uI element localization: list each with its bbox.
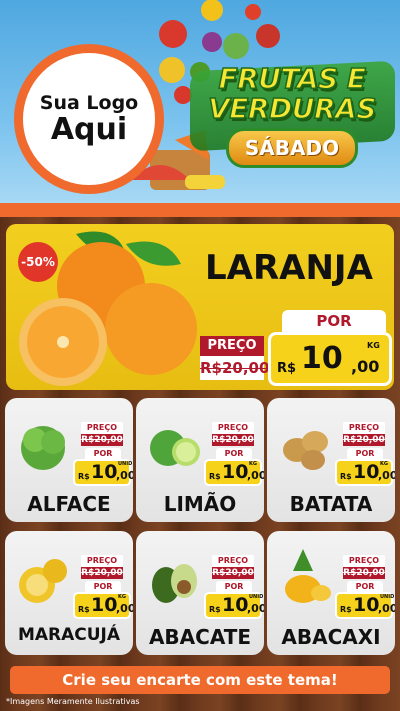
product-name: ABACAXI — [281, 625, 381, 649]
currency: R$ — [340, 605, 352, 614]
price-dec: ,00 — [116, 602, 133, 615]
unit-label: UNID — [249, 594, 264, 600]
por-label: POR — [347, 448, 383, 459]
price-int: 10 — [222, 461, 249, 483]
new-price: R$ 10,00 UNID — [204, 592, 264, 619]
price-int: 10 — [222, 594, 249, 616]
hero-product-name: LARANJA — [205, 248, 373, 288]
preco-label: PREÇO — [212, 555, 254, 567]
product-card: PREÇO R$20,00 POR R$ 10,00 UNID ABACAXI — [267, 531, 395, 655]
logo-line2: Aqui — [50, 112, 128, 147]
unit-label: KG — [380, 461, 388, 467]
hero-price-int: 10 — [301, 341, 343, 376]
header-banner: Sua Logo Aqui FRUTAS E VERDURAS SÁBADO — [0, 0, 400, 207]
new-price: R$ 10,00 KG — [335, 459, 395, 486]
cta-button[interactable]: Crie seu encarte com este tema! — [10, 666, 390, 694]
por-label: POR — [216, 448, 252, 459]
preco-label: PREÇO — [81, 422, 123, 434]
hero-price-dec: ,00 — [351, 357, 380, 376]
title-block: FRUTAS E VERDURAS SÁBADO — [194, 62, 390, 168]
flyer-page: Sua Logo Aqui FRUTAS E VERDURAS SÁBADO -… — [0, 0, 400, 711]
por-label: POR — [216, 581, 252, 592]
por-label: POR — [347, 581, 383, 592]
lime-icon — [150, 430, 200, 466]
hero-unit: KG — [367, 341, 380, 350]
logo-placeholder[interactable]: Sua Logo Aqui — [14, 44, 164, 194]
lettuce-icon — [21, 426, 65, 470]
passion-fruit-icon — [19, 559, 67, 603]
unit-label: UNID — [118, 461, 133, 467]
discount-badge: -50% — [18, 242, 58, 282]
currency: R$ — [340, 472, 352, 481]
day-badge: SÁBADO — [225, 128, 359, 168]
title-line1: FRUTAS E — [218, 62, 367, 95]
preco-label: PREÇO — [212, 422, 254, 434]
currency: R$ — [78, 472, 90, 481]
product-card: PREÇO R$20,00 POR R$ 10,00 UNID ALFACE — [5, 398, 133, 522]
hero-por-label: POR — [282, 310, 386, 332]
hero-old-price: R$20,00 — [200, 356, 269, 380]
currency: R$ — [78, 605, 90, 614]
unit-label: KG — [118, 594, 126, 600]
por-label: POR — [85, 448, 121, 459]
currency: R$ — [209, 472, 221, 481]
pineapple-icon — [285, 549, 331, 603]
avocado-icon — [152, 564, 197, 603]
old-price: R$20,00 — [212, 567, 254, 579]
product-card: PREÇO R$20,00 POR R$ 10,00 UNID ABACATE — [136, 531, 264, 655]
product-card: PREÇO R$20,00 POR R$ 10,00 KG LIMÃO — [136, 398, 264, 522]
product-name: BATATA — [289, 492, 373, 516]
hero-preco-label: PREÇO — [200, 336, 264, 356]
price-dec: ,00 — [116, 469, 133, 482]
header-divider — [0, 203, 400, 217]
title-line2: VERDURAS — [207, 92, 377, 125]
product-name: LIMÃO — [163, 492, 237, 516]
unit-label: UNID — [380, 594, 395, 600]
price-int: 10 — [353, 594, 380, 616]
preco-label: PREÇO — [81, 555, 123, 567]
price-int: 10 — [353, 461, 380, 483]
price-int: 10 — [91, 594, 118, 616]
price-dec: ,00 — [247, 469, 264, 482]
product-name: ALFACE — [27, 492, 111, 516]
unit-label: KG — [249, 461, 257, 467]
product-name: ABACATE — [148, 625, 252, 649]
logo-line1: Sua Logo — [39, 92, 139, 114]
old-price: R$20,00 — [81, 567, 123, 579]
old-price: R$20,00 — [343, 434, 385, 446]
potato-icon — [283, 431, 328, 470]
price-dec: ,00 — [247, 602, 264, 615]
hero-new-price: R$ 10 ,00 KG — [268, 332, 392, 386]
new-price: R$ 10,00 UNID — [335, 592, 395, 619]
preco-label: PREÇO — [343, 422, 385, 434]
price-int: 10 — [91, 461, 118, 483]
old-price: R$20,00 — [343, 567, 385, 579]
product-card: PREÇO R$20,00 POR R$ 10,00 KG MARACUJÁ — [5, 531, 133, 655]
new-price: R$ 10,00 KG — [204, 459, 264, 486]
new-price: R$ 10,00 KG — [73, 592, 133, 619]
price-dec: ,00 — [378, 602, 395, 615]
new-price: R$ 10,00 UNID — [73, 459, 133, 486]
old-price: R$20,00 — [81, 434, 123, 446]
currency: R$ — [209, 605, 221, 614]
product-card: PREÇO R$20,00 POR R$ 10,00 KG BATATA — [267, 398, 395, 522]
product-name: MARACUJÁ — [17, 625, 121, 645]
por-label: POR — [85, 581, 121, 592]
preco-label: PREÇO — [343, 555, 385, 567]
old-price: R$20,00 — [212, 434, 254, 446]
price-dec: ,00 — [378, 469, 395, 482]
hero-currency: R$ — [277, 361, 297, 376]
disclaimer-text: *Imagens Meramente Ilustrativas — [6, 697, 140, 706]
